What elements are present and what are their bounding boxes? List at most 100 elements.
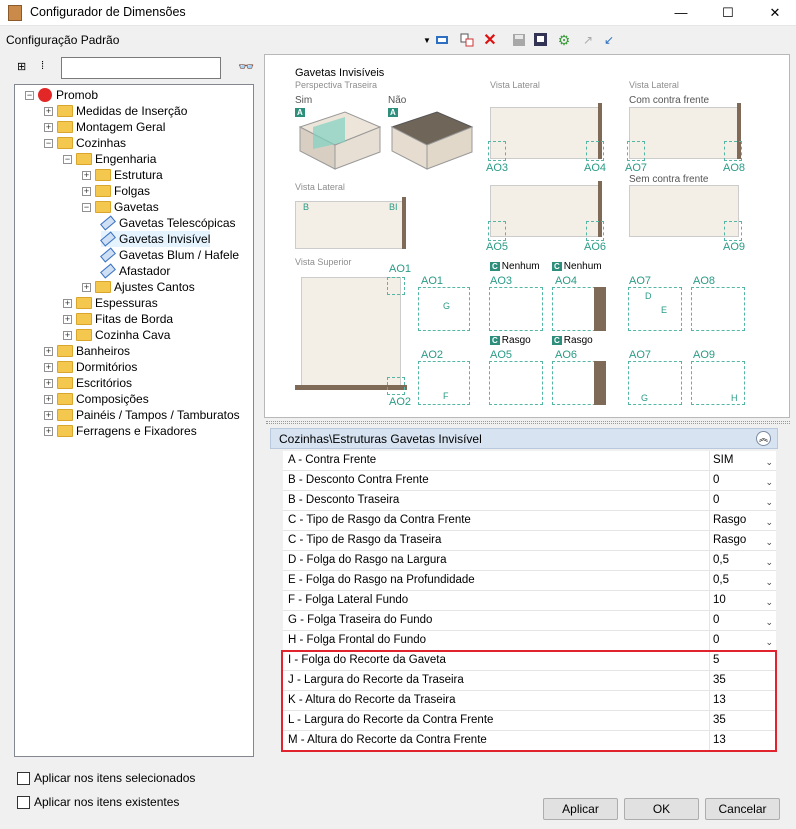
collapse-icon[interactable]: ↙ (600, 31, 618, 49)
apply-selected-checkbox[interactable] (17, 772, 30, 785)
chevron-down-icon[interactable]: ⌄ (765, 533, 773, 552)
config-label: Configuração Padrão (6, 33, 120, 47)
code-ao8: AO8 (723, 162, 746, 174)
expander-icon[interactable]: + (82, 283, 91, 292)
tree-item[interactable]: + Cozinha Cava (63, 327, 170, 343)
expander-icon[interactable]: + (63, 315, 72, 324)
expander-icon[interactable]: + (44, 411, 53, 420)
code-ao6-detail: AO6 (555, 349, 578, 361)
property-dropdown[interactable]: 0,5 ⌄ (709, 571, 776, 591)
tree-item[interactable]: + Painéis / Tampos / Tamburatos (44, 407, 240, 423)
apply-existing-checkbox[interactable] (17, 796, 30, 809)
expander-icon[interactable]: + (63, 331, 72, 340)
property-dropdown[interactable]: 0 ⌄ (709, 491, 776, 511)
expander-icon[interactable]: + (82, 171, 91, 180)
tree-item[interactable]: + Fitas de Borda (63, 311, 173, 327)
delete-icon[interactable]: ✕ (481, 31, 499, 49)
expander-icon[interactable]: − (44, 139, 53, 148)
minimize-button[interactable]: — (658, 0, 704, 26)
tree-item[interactable]: + Estrutura (82, 167, 163, 183)
expander-icon[interactable]: + (44, 347, 53, 356)
tree-item[interactable]: − Promob (25, 87, 98, 103)
chevron-down-icon[interactable]: ⌄ (765, 553, 773, 572)
folder-icon (95, 200, 111, 213)
label-nenhum-1: C Nenhum (490, 261, 540, 272)
folder-icon (57, 360, 73, 373)
tree-item[interactable]: + Banheiros (44, 343, 130, 359)
tree-view-icon[interactable]: ⊞ (17, 60, 33, 76)
tree-item[interactable]: Gavetas Invisível (100, 231, 211, 247)
tree-item[interactable]: + Espessuras (63, 295, 158, 311)
binoculars-icon[interactable]: 👓 (238, 59, 254, 75)
tree-item[interactable]: + Escritórios (44, 375, 132, 391)
collapse-chevron-icon[interactable]: ︽ (756, 431, 771, 446)
expander-icon[interactable]: + (44, 107, 53, 116)
chevron-down-icon[interactable]: ⌄ (765, 573, 773, 592)
folder-icon (95, 168, 111, 181)
tree-item[interactable]: Afastador (100, 263, 170, 279)
expander-icon[interactable]: + (44, 427, 53, 436)
screen-icon[interactable] (433, 31, 451, 49)
chevron-down-icon[interactable]: ⌄ (765, 613, 773, 632)
tree-item-label: Folgas (114, 184, 151, 198)
property-value: 0 (713, 474, 720, 486)
property-dropdown[interactable]: Rasgo ⌄ (709, 511, 776, 531)
cancel-button[interactable]: Cancelar (705, 798, 780, 820)
code-ao7-detail: AO7 (629, 275, 652, 287)
save-icon[interactable] (510, 31, 528, 49)
tree-item[interactable]: Gavetas Telescópicas (100, 215, 236, 231)
tree-item[interactable]: + Medidas de Inserção (44, 103, 187, 119)
property-dropdown[interactable]: 0 ⌄ (709, 611, 776, 631)
expander-icon[interactable]: − (82, 203, 91, 212)
gear-check-icon[interactable]: ⚙ (555, 31, 573, 49)
chevron-down-icon[interactable]: ⌄ (765, 453, 773, 472)
search-input[interactable] (61, 57, 221, 79)
close-button[interactable]: ✕ (752, 0, 796, 26)
expander-icon[interactable]: − (63, 155, 72, 164)
code-ao9-detail: AO9 (693, 349, 716, 361)
window-title: Configurador de Dimensões (30, 5, 186, 19)
tree-item[interactable]: − Cozinhas (44, 135, 126, 151)
list-view-icon[interactable]: ⁞ (41, 60, 53, 76)
expander-icon[interactable]: + (44, 395, 53, 404)
code-ao7: AO7 (625, 162, 648, 174)
tree-item[interactable]: + Montagem Geral (44, 119, 165, 135)
expand-icon[interactable]: ↗ (579, 31, 597, 49)
expander-icon[interactable]: + (63, 299, 72, 308)
tree-item[interactable]: + Dormitórios (44, 359, 137, 375)
property-dropdown[interactable]: 0 ⌄ (709, 471, 776, 491)
tree-item[interactable]: − Gavetas (82, 199, 159, 215)
tree-item[interactable]: + Composições (44, 391, 149, 407)
tree-item[interactable]: − Engenharia (63, 151, 156, 167)
splitter[interactable] (266, 421, 790, 424)
property-dropdown[interactable]: 10 ⌄ (709, 591, 776, 611)
tree-item[interactable]: + Folgas (82, 183, 150, 199)
property-dropdown[interactable]: 0,5 ⌄ (709, 551, 776, 571)
apply-button[interactable]: Aplicar (543, 798, 618, 820)
expander-icon[interactable]: + (44, 123, 53, 132)
tree-item[interactable]: + Ajustes Cantos (82, 279, 195, 295)
ok-button[interactable]: OK (624, 798, 699, 820)
expander-icon[interactable]: + (44, 363, 53, 372)
chevron-down-icon[interactable]: ⌄ (765, 513, 773, 532)
expander-icon[interactable]: − (25, 91, 34, 100)
property-dropdown[interactable]: Rasgo ⌄ (709, 531, 776, 551)
export-icon[interactable] (532, 31, 550, 49)
folder-icon (57, 392, 73, 405)
property-dropdown[interactable]: 0 ⌄ (709, 631, 776, 651)
chevron-down-icon[interactable]: ⌄ (765, 493, 773, 512)
chevron-down-icon[interactable]: ⌄ (765, 593, 773, 612)
copy-icon[interactable] (458, 31, 476, 49)
property-dropdown[interactable]: SIM ⌄ (709, 451, 776, 471)
tree-item-label: Estrutura (114, 168, 163, 182)
tree-panel[interactable]: − Promob + Medidas de Inserção + Montagem Ger… (14, 84, 254, 757)
property-row: A - Contra Frente SIM ⌄ (283, 451, 776, 471)
expander-icon[interactable]: + (44, 379, 53, 388)
chevron-down-icon[interactable]: ⌄ (765, 473, 773, 492)
maximize-button[interactable]: ☐ (705, 0, 751, 26)
code-ao7-detail-2: AO7 (629, 349, 652, 361)
tree-item[interactable]: Gavetas Blum / Hafele (100, 247, 239, 263)
tree-item[interactable]: + Ferragens e Fixadores (44, 423, 197, 439)
tree-item-label: Montagem Geral (76, 120, 166, 134)
expander-icon[interactable]: + (82, 187, 91, 196)
